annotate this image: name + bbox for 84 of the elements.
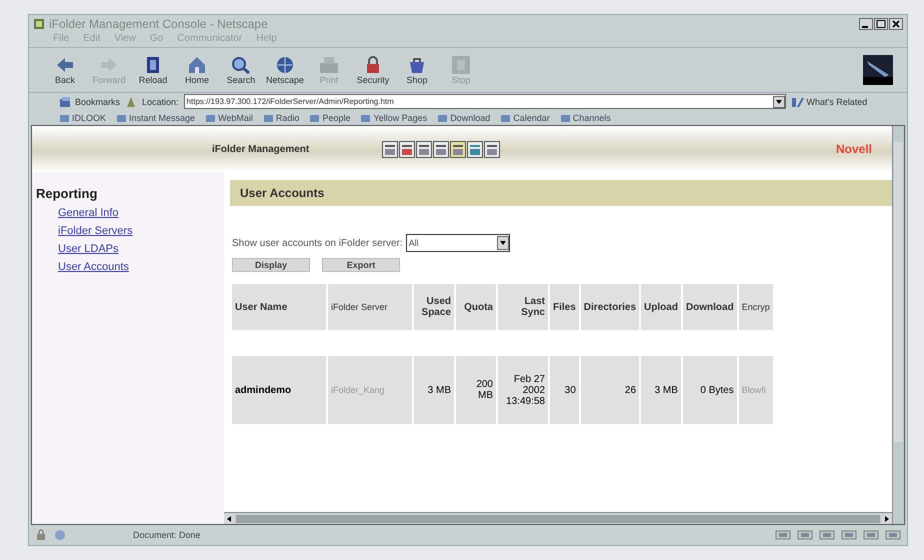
- toolbar-button[interactable]: Search: [219, 55, 263, 85]
- scroll-left-icon[interactable]: [224, 514, 234, 524]
- location-icon: [125, 96, 138, 108]
- toolbar-button[interactable]: Security: [351, 55, 395, 85]
- bookmark-icon: [309, 112, 320, 122]
- column-header: Last Sync: [498, 284, 548, 330]
- personal-toolbar-link[interactable]: IDLOOK: [59, 112, 106, 122]
- maximize-icon[interactable]: [874, 18, 888, 30]
- table-cell: 200 MB: [456, 356, 496, 424]
- personal-toolbar-link[interactable]: Radio: [262, 112, 300, 122]
- column-header: Files: [550, 284, 579, 330]
- status-text: Document: Done: [133, 530, 201, 540]
- bookmark-icon: [116, 112, 128, 122]
- sidebar-link[interactable]: General Info: [58, 207, 119, 219]
- personal-toolbar-link[interactable]: WebMail: [205, 112, 253, 122]
- table-cell: Feb 27 2002 13:49:58: [498, 356, 548, 424]
- home-icon: [186, 55, 208, 75]
- personal-toolbar-link[interactable]: Yellow Pages: [360, 112, 428, 122]
- brand-logo: Novell: [836, 142, 872, 156]
- related-icon: [790, 96, 805, 108]
- bookmarks-button[interactable]: Bookmarks: [59, 96, 120, 108]
- toolbar-button[interactable]: Netscape: [263, 55, 307, 85]
- form-button[interactable]: Export: [322, 258, 400, 272]
- window-title: iFolder Management Console - Netscape: [49, 17, 268, 31]
- bookmark-icon: [59, 112, 70, 122]
- toolbar-button[interactable]: Home: [175, 55, 219, 85]
- padlock-icon[interactable]: [35, 529, 47, 541]
- table-cell: 30: [550, 356, 579, 424]
- personal-toolbar-link[interactable]: Calendar: [500, 112, 550, 122]
- horizontal-scrollbar[interactable]: [224, 512, 892, 524]
- toolbar-button[interactable]: Reload: [131, 55, 175, 85]
- window-icon[interactable]: [467, 140, 483, 158]
- document-icon[interactable]: [399, 140, 415, 158]
- bookmark-icon: [437, 112, 448, 122]
- column-header: Used Space: [414, 284, 454, 330]
- location-label: Location:: [142, 96, 179, 106]
- bookmark-icon: [205, 112, 216, 122]
- bookmark-icon: [59, 96, 73, 108]
- column-header: iFolder Server: [328, 284, 412, 330]
- notepad-icon[interactable]: [450, 140, 466, 158]
- minimize-icon[interactable]: [859, 18, 873, 30]
- url-field[interactable]: https://193.97.300.172/iFolderServer/Admin/Reporting.htm: [184, 94, 786, 109]
- personal-toolbar-link[interactable]: Download: [437, 112, 490, 122]
- page-title: iFolder Management: [212, 144, 310, 154]
- search-icon: [230, 55, 252, 75]
- bookmark-icon: [560, 112, 571, 122]
- column-header: Quota: [456, 284, 496, 330]
- column-header: User Name: [232, 284, 326, 330]
- column-header: Download: [682, 284, 737, 330]
- bookmark-icon: [262, 112, 274, 122]
- sidebar-link[interactable]: User LDAPs: [58, 243, 119, 255]
- app-icon: [33, 18, 45, 30]
- connection-icon: [53, 529, 67, 541]
- form-button[interactable]: Display: [232, 258, 310, 272]
- table-cell: iFolder_Kang: [328, 356, 412, 424]
- table-cell: Blowfi: [738, 356, 773, 424]
- sidebar-link[interactable]: iFolder Servers: [58, 225, 133, 237]
- sidebar-link[interactable]: User Accounts: [58, 261, 129, 273]
- vertical-scrollbar[interactable]: [892, 126, 904, 524]
- sidebar-heading: Reporting: [36, 186, 98, 201]
- table-cell: admindemo: [232, 356, 326, 424]
- table-cell: 3 MB: [641, 356, 681, 424]
- stop-icon: [450, 55, 472, 75]
- globe-icon: [274, 55, 296, 75]
- bookmark-icon: [500, 112, 512, 122]
- personal-toolbar-link[interactable]: Instant Message: [116, 112, 196, 122]
- table-cell: 26: [580, 356, 640, 424]
- toolbar-button[interactable]: Back: [43, 55, 87, 85]
- server-select[interactable]: All: [406, 234, 510, 252]
- scroll-right-icon[interactable]: [882, 514, 892, 524]
- filter-label: Show user accounts on iFolder server:: [232, 238, 403, 248]
- close-icon[interactable]: [889, 18, 903, 30]
- column-header: Directories: [580, 284, 640, 330]
- toolbar-button[interactable]: Shop: [395, 55, 439, 85]
- logo-icon[interactable]: [863, 55, 893, 85]
- column-header: Upload: [641, 284, 681, 330]
- personal-toolbar-link[interactable]: Channels: [560, 112, 611, 122]
- column-header: Encryp: [738, 284, 773, 330]
- table-cell: 0 Bytes: [682, 356, 737, 424]
- table-cell: 3 MB: [414, 356, 454, 424]
- personal-toolbar-link[interactable]: People: [309, 112, 350, 122]
- bookmark-icon: [360, 112, 372, 122]
- whats-related-button[interactable]: What's Related: [790, 96, 868, 108]
- section-header: User Accounts: [230, 180, 892, 206]
